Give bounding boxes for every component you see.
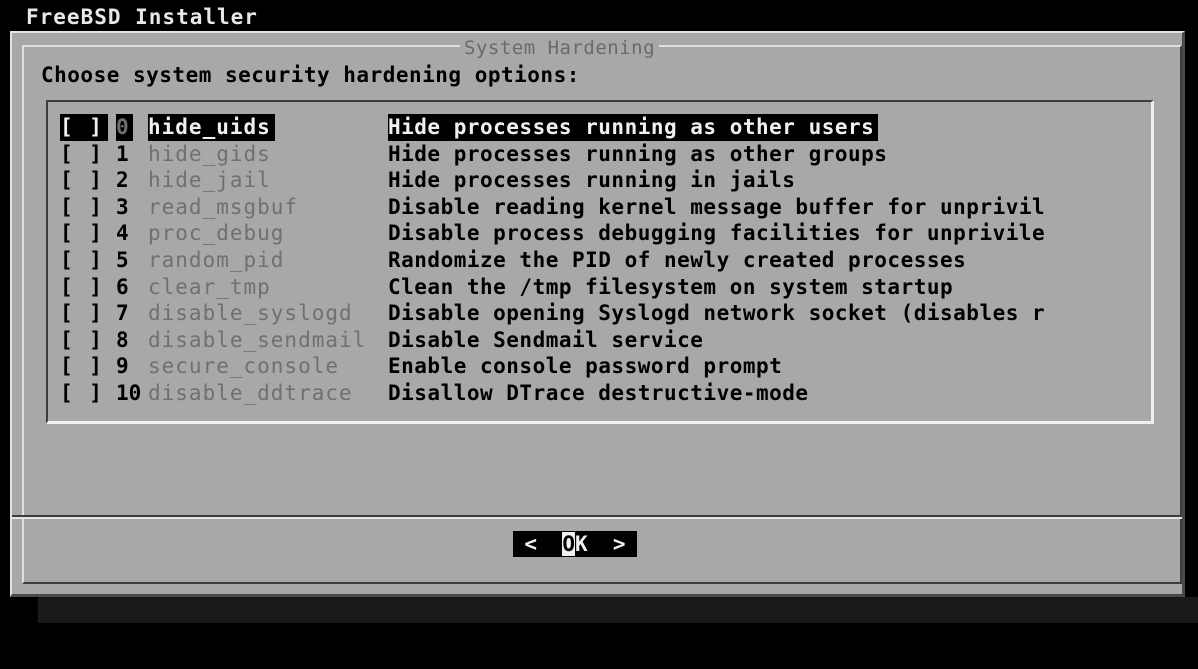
option-description: Clean the /tmp filesystem on system star…	[388, 274, 954, 299]
ok-button[interactable]: < OK >	[513, 531, 637, 557]
option-name: read_msgbuf	[148, 194, 299, 219]
option-name: clear_tmp	[148, 274, 271, 299]
option-checkbox[interactable]: [ ]	[60, 380, 104, 407]
option-description: Disable opening Syslogd network socket (…	[388, 301, 1046, 326]
option-description: Hide processes running as other groups	[388, 141, 888, 166]
option-index: 10	[116, 380, 142, 405]
option-checkbox[interactable]: [ ]	[60, 220, 104, 247]
ok-button-left: <	[524, 532, 563, 556]
option-name: disable_sendmail	[148, 327, 367, 352]
option-description: Disable process debugging facilities for…	[388, 221, 1046, 246]
system-hardening-dialog: System Hardening Choose system security …	[10, 31, 1185, 597]
option-index: 7	[116, 301, 129, 326]
option-description: Randomize the PID of newly created proce…	[388, 247, 967, 272]
option-checkbox[interactable]: [ ]	[60, 274, 104, 301]
option-index: 2	[116, 168, 129, 193]
option-index: 0	[116, 114, 133, 141]
option-checkbox[interactable]: [ ]	[60, 194, 104, 221]
installer-title: FreeBSD Installer	[26, 5, 258, 29]
dialog-shadow	[38, 597, 1198, 623]
option-checkbox[interactable]: [ ]	[60, 247, 104, 274]
title-bar: FreeBSD Installer	[0, 0, 1198, 31]
option-description: Hide processes running as other users	[388, 114, 879, 141]
option-name: hide_uids	[148, 114, 275, 141]
option-description: Disable reading kernel message buffer fo…	[388, 194, 1046, 219]
option-name: hide_jail	[148, 168, 271, 193]
option-name: proc_debug	[148, 221, 285, 246]
option-index: 8	[116, 327, 129, 352]
option-index: 4	[116, 221, 129, 246]
option-checkbox[interactable]: [ ]	[60, 327, 104, 354]
installer-screen: FreeBSD Installer System Hardening Choos…	[0, 0, 1198, 669]
option-index: 5	[116, 247, 129, 272]
ok-button-hotkey: O	[562, 532, 575, 556]
option-description: Hide processes running in jails	[388, 168, 796, 193]
option-checkbox[interactable]: [ ]	[60, 114, 108, 141]
ok-button-rest: K >	[575, 532, 626, 556]
option-index: 9	[116, 354, 129, 379]
option-description: Enable console password prompt	[388, 354, 783, 379]
option-name: random_pid	[148, 247, 285, 272]
option-name: disable_ddtrace	[148, 380, 353, 405]
option-description: Disallow DTrace destructive-mode	[388, 380, 809, 405]
option-description: Disable Sendmail service	[388, 327, 704, 352]
option-index: 6	[116, 274, 129, 299]
option-index: 3	[116, 194, 129, 219]
dialog-prompt: Choose system security hardening options…	[41, 63, 580, 87]
option-checkbox[interactable]: [ ]	[60, 353, 104, 380]
options-listbox[interactable]: [ ] 0 hide_uids Hide processes running as o…	[46, 100, 1154, 424]
option-checkbox[interactable]: [ ]	[60, 167, 104, 194]
dialog-title: System Hardening	[460, 37, 660, 59]
option-name: secure_console	[148, 354, 340, 379]
option-index: 1	[116, 141, 129, 166]
option-name: hide_gids	[148, 141, 271, 166]
option-checkbox[interactable]: [ ]	[60, 300, 104, 327]
button-divider	[12, 517, 1182, 519]
option-name: disable_syslogd	[148, 301, 353, 326]
option-checkbox[interactable]: [ ]	[60, 141, 104, 168]
